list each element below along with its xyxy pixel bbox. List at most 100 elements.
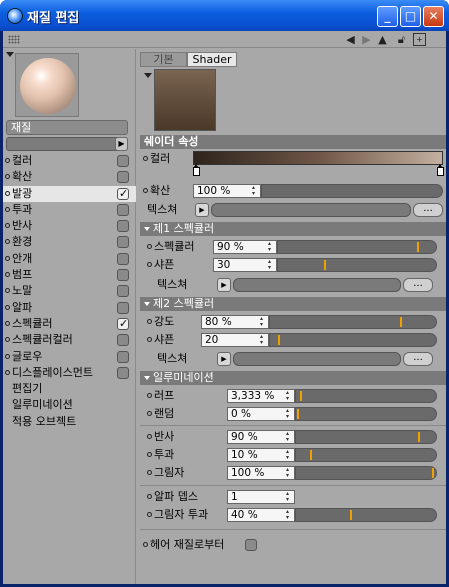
illum-shadow-input[interactable]: 100 %: [227, 466, 295, 480]
new-window-icon[interactable]: +: [413, 33, 426, 46]
grip-handle-icon[interactable]: [8, 35, 20, 44]
forward-arrow-icon[interactable]: ▶: [360, 33, 373, 46]
illum-random-slider[interactable]: [295, 407, 437, 421]
channel-item[interactable]: 스펙큘러컬러: [3, 332, 136, 348]
channel-checkbox[interactable]: [117, 366, 129, 379]
panel-item[interactable]: 적용 오브젝트: [3, 414, 136, 430]
spec2-strength-input[interactable]: 80 %: [201, 315, 269, 329]
illum-random-input[interactable]: 0 %: [227, 407, 295, 421]
material-preview[interactable]: [15, 53, 79, 117]
channel-checkbox[interactable]: [117, 155, 129, 167]
channel-checkbox[interactable]: [117, 334, 129, 347]
material-name-field[interactable]: 재질: [6, 120, 128, 135]
illum-reflect-input[interactable]: 90 %: [227, 430, 295, 444]
spec1-color-knob[interactable]: [416, 242, 419, 252]
title-bar[interactable]: 재질 편집 _ □ ✕: [0, 0, 449, 31]
up-arrow-icon[interactable]: ▲: [376, 33, 389, 46]
panel-item[interactable]: 편집기: [3, 381, 136, 397]
spec2-section[interactable]: 제2 스펙큘러: [140, 297, 446, 311]
channel-checkbox[interactable]: [117, 236, 129, 249]
channel-item[interactable]: 범프: [3, 267, 136, 283]
channel-item[interactable]: 안개: [3, 251, 136, 267]
tab-basic[interactable]: 기본: [140, 52, 187, 67]
spec2-strength-slider[interactable]: [269, 315, 437, 329]
illum-reflect-knob[interactable]: [418, 432, 421, 442]
shader-thumbnail: [154, 69, 216, 131]
illum-shadow-trans-knob[interactable]: [350, 510, 353, 520]
channel-item[interactable]: 환경: [3, 234, 136, 250]
spec2-strength-knob[interactable]: [399, 317, 402, 327]
gradient-end-marker[interactable]: [437, 164, 444, 176]
channel-item[interactable]: 투과: [3, 202, 136, 218]
spec1-texture-field[interactable]: [233, 278, 401, 292]
panel-item[interactable]: 일루미네이션: [3, 397, 136, 413]
illum-trans-slider[interactable]: [295, 448, 437, 462]
channel-item[interactable]: 알파: [3, 300, 136, 316]
diffuse-slider[interactable]: [261, 184, 443, 198]
thumb-menu-arrow-icon[interactable]: [144, 73, 152, 78]
color-gradient[interactable]: [193, 151, 443, 165]
illum-shadow-slider[interactable]: [295, 466, 437, 480]
channel-checkbox[interactable]: [117, 186, 129, 202]
spec1-color-slider[interactable]: [277, 240, 437, 254]
spec1-texture-arrow-icon[interactable]: ▶: [217, 278, 231, 292]
spec2-sharp-knob[interactable]: [278, 335, 281, 345]
illum-shadow-trans-slider[interactable]: [295, 508, 437, 522]
tab-shader[interactable]: Shader: [187, 52, 237, 67]
illum-trans-knob[interactable]: [309, 450, 312, 460]
illum-rough-knob[interactable]: [300, 391, 303, 401]
channel-checkbox[interactable]: [117, 171, 129, 184]
channel-item[interactable]: 글로우: [3, 349, 136, 365]
channel-checkbox[interactable]: [117, 350, 129, 363]
channel-checkbox[interactable]: [117, 220, 129, 233]
channel-checkbox[interactable]: [117, 316, 129, 332]
channel-item[interactable]: 컬러: [3, 153, 136, 169]
channel-item[interactable]: 디스플레이스먼트: [3, 365, 136, 381]
hair-checkbox[interactable]: [245, 539, 257, 551]
illum-trans-input[interactable]: 10 %: [227, 448, 295, 462]
texture-browse-button[interactable]: ...: [413, 203, 443, 217]
lock-icon[interactable]: 🔓︎: [395, 33, 408, 46]
spec1-sharp-knob[interactable]: [324, 260, 327, 270]
illum-shadow-knob[interactable]: [432, 468, 434, 478]
spec1-color-input[interactable]: 90 %: [213, 240, 277, 254]
texture-field[interactable]: [211, 203, 411, 217]
material-bar-arrow-icon[interactable]: ▶: [115, 137, 128, 151]
illum-alpha-depth-input[interactable]: 1: [227, 490, 295, 504]
spec2-sharp-slider[interactable]: [269, 333, 437, 347]
spec1-sharp-slider[interactable]: [277, 258, 437, 272]
channel-checkbox[interactable]: [117, 301, 129, 314]
close-button[interactable]: ✕: [423, 6, 444, 27]
spec1-sharp-input[interactable]: 30: [213, 258, 277, 272]
channel-checkbox[interactable]: [117, 252, 129, 265]
maximize-button[interactable]: □: [400, 6, 421, 27]
gradient-start-marker[interactable]: [193, 164, 200, 176]
spec2-texture-browse-button[interactable]: ...: [403, 352, 433, 366]
channel-item[interactable]: 노말: [3, 283, 136, 299]
illum-reflect-slider[interactable]: [295, 430, 437, 444]
illum-shadow-trans-input[interactable]: 40 %: [227, 508, 295, 522]
channel-item[interactable]: 확산: [3, 169, 136, 185]
channel-checkbox[interactable]: [117, 285, 129, 298]
diffuse-input[interactable]: 100 %: [193, 184, 261, 198]
channel-checkbox[interactable]: [117, 269, 129, 282]
back-arrow-icon[interactable]: ◀: [344, 33, 357, 46]
channel-dot-icon: [5, 320, 10, 326]
illum-rough-input[interactable]: 3,333 %: [227, 389, 295, 403]
illum-random-knob[interactable]: [297, 409, 299, 419]
spec2-texture-field[interactable]: [233, 352, 401, 366]
channel-item[interactable]: 스펙큘러: [3, 316, 136, 332]
illum-section[interactable]: 일루미네이션: [140, 371, 446, 385]
spec2-texture-arrow-icon[interactable]: ▶: [217, 352, 231, 366]
illum-rough-slider[interactable]: [295, 389, 437, 403]
spec2-sharp-input[interactable]: 20: [201, 333, 269, 347]
channel-item[interactable]: 반사: [3, 218, 136, 234]
material-bar[interactable]: ▶: [6, 137, 128, 151]
preview-menu-arrow-icon[interactable]: [6, 52, 14, 57]
texture-arrow-icon[interactable]: ▶: [195, 203, 209, 217]
channel-item[interactable]: 발광: [3, 185, 136, 202]
channel-checkbox[interactable]: [117, 203, 129, 216]
spec1-texture-browse-button[interactable]: ...: [403, 278, 433, 292]
minimize-button[interactable]: _: [377, 6, 398, 27]
spec1-section[interactable]: 제1 스펙큘러: [140, 222, 446, 236]
